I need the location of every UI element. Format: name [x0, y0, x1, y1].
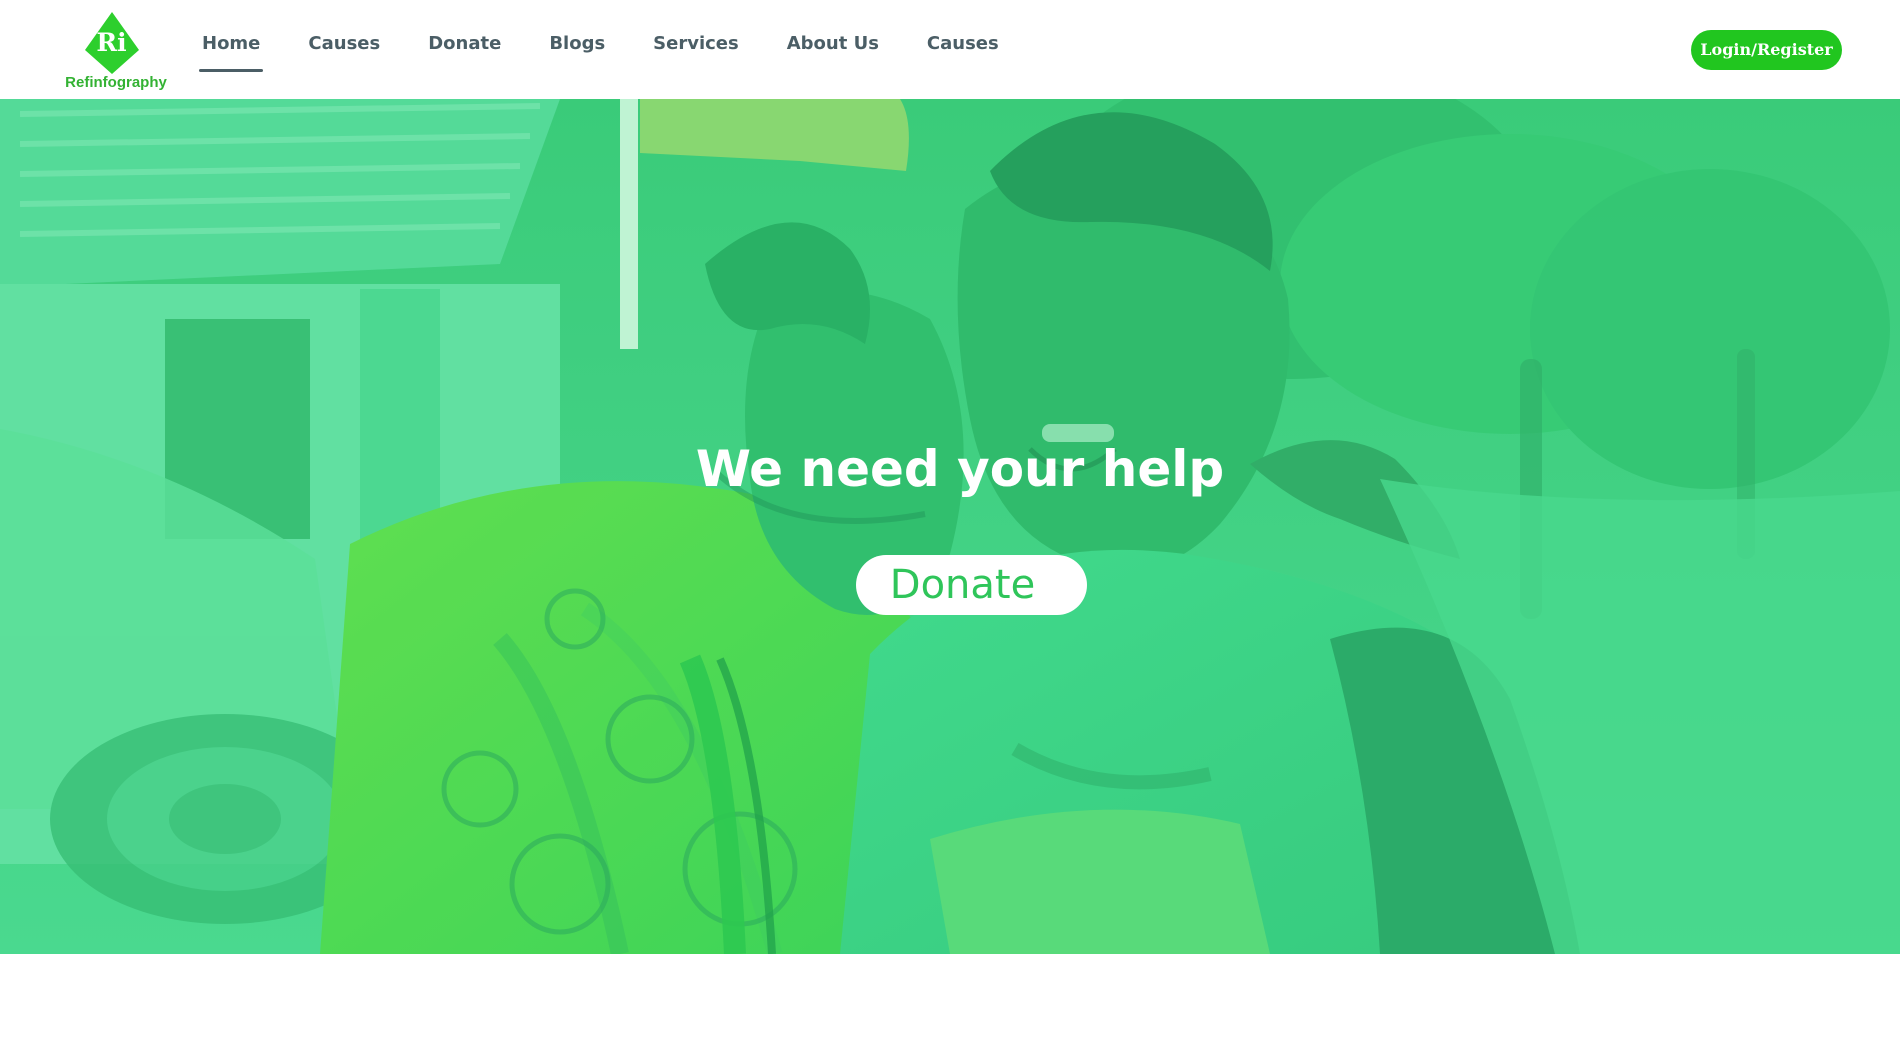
nav-donate[interactable]: Donate: [428, 34, 501, 54]
nav-about-us[interactable]: About Us: [787, 34, 879, 54]
nav-blogs[interactable]: Blogs: [549, 34, 605, 54]
hero-banner: We need your help Donate: [0, 99, 1900, 954]
hero-donate-button[interactable]: Donate: [856, 555, 1087, 615]
login-register-button[interactable]: Login/Register: [1691, 30, 1842, 70]
brand-name: Refinfography: [65, 74, 167, 91]
brand-logo[interactable]: Ri Refinfography: [61, 12, 171, 92]
nav-home[interactable]: Home: [198, 34, 264, 72]
nav-causes[interactable]: Causes: [308, 34, 380, 54]
main-navigation: Home Causes Donate Blogs Services About …: [198, 34, 999, 74]
hero-photo-image: [0, 99, 1900, 954]
refinfography-logo-icon: Ri: [85, 12, 139, 74]
logo-monogram: Ri: [96, 28, 126, 57]
hero-title: We need your help: [695, 440, 1225, 498]
nav-services[interactable]: Services: [653, 34, 739, 54]
content-spacer: [0, 954, 1900, 1042]
nav-causes-secondary[interactable]: Causes: [927, 34, 999, 54]
homepage: Ri Refinfography Home Causes Donate Blog…: [0, 0, 1900, 1042]
site-header: Ri Refinfography Home Causes Donate Blog…: [0, 0, 1900, 99]
